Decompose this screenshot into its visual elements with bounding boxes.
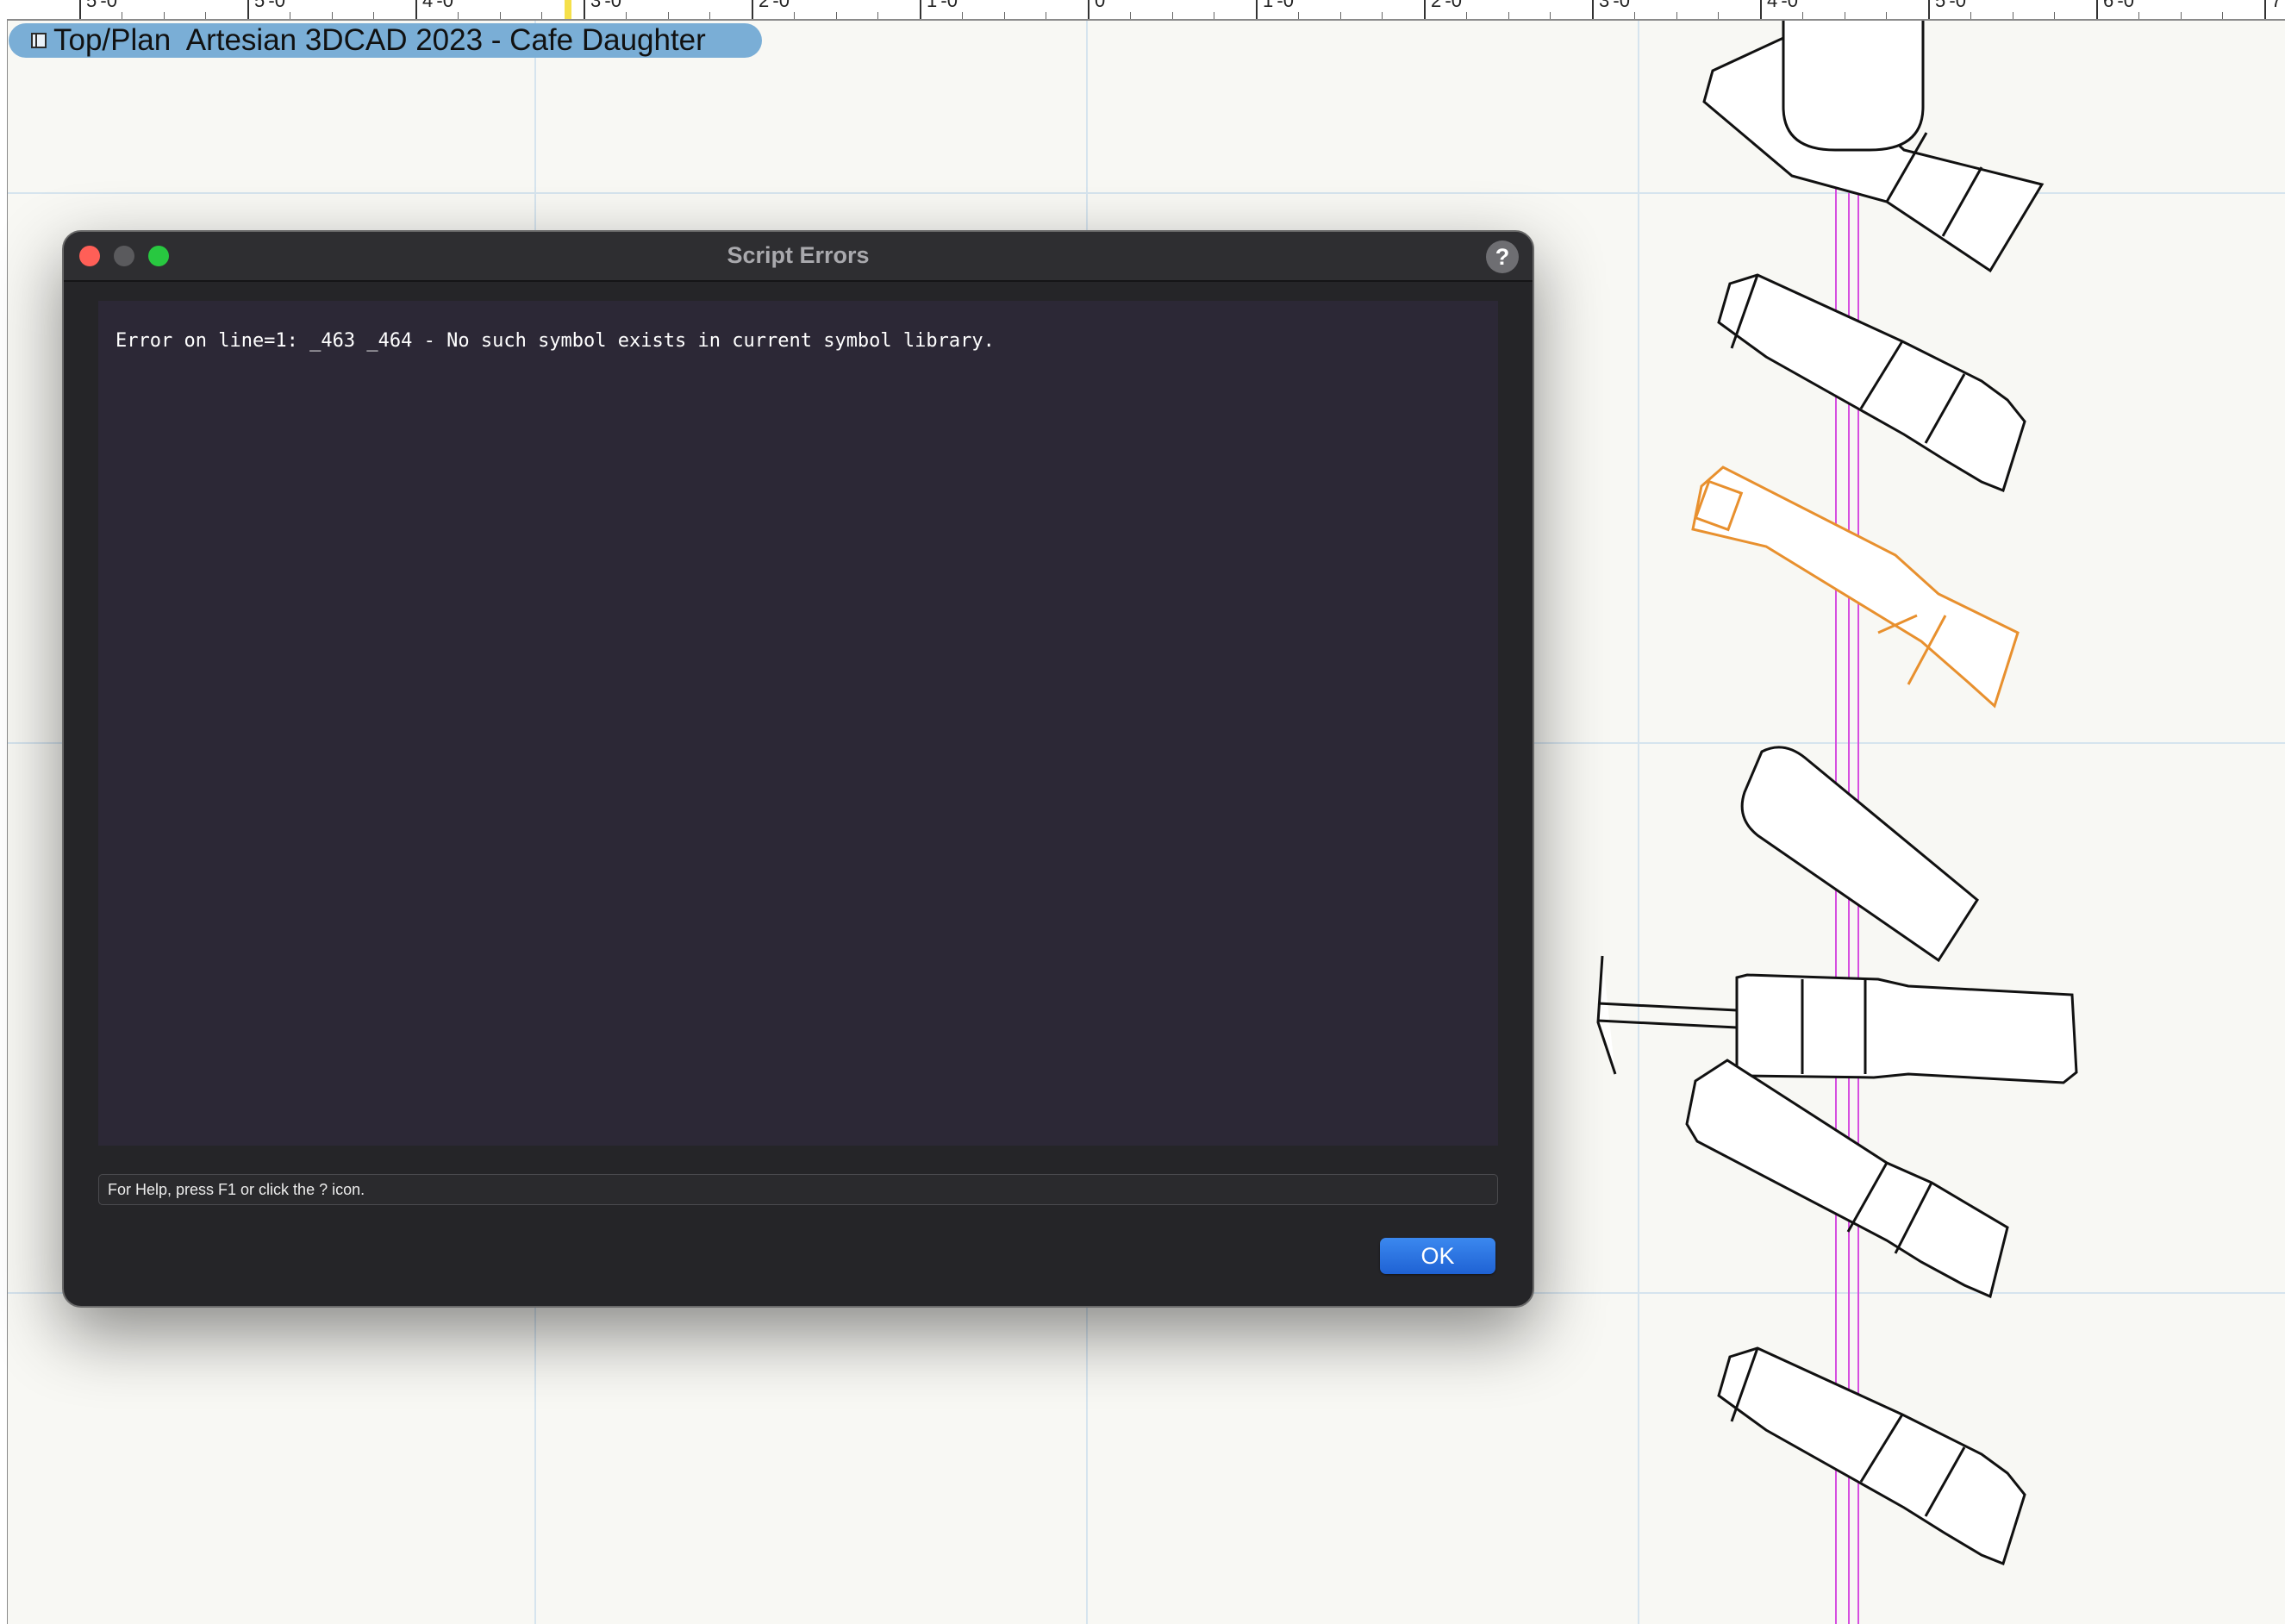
top-ruler[interactable]: 5'-0" 5'-0" 4'-0" 3'-0" 2'-0" 1'-0" 0 1'-0" 2'-0… bbox=[0, 0, 2285, 21]
ruler-minor-tick bbox=[1339, 12, 1341, 19]
ruler-minor-tick bbox=[1465, 12, 1467, 19]
ruler-minor-tick bbox=[1129, 12, 1131, 19]
ruler-minor-tick bbox=[1970, 12, 1971, 19]
ruler-label: 3'-0" bbox=[590, 0, 628, 11]
plan-object-1[interactable] bbox=[1702, 21, 2045, 273]
ruler-minor-tick bbox=[667, 12, 669, 19]
left-ruler[interactable] bbox=[0, 19, 8, 1624]
ruler-minor-tick bbox=[2222, 12, 2224, 19]
ruler-minor-tick bbox=[541, 12, 543, 19]
ruler-minor-tick bbox=[499, 12, 501, 19]
ruler-minor-tick bbox=[1718, 12, 1720, 19]
plan-object-5[interactable] bbox=[1596, 955, 2078, 1084]
dialog-title: Script Errors bbox=[727, 242, 870, 268]
ruler-minor-tick bbox=[625, 12, 627, 19]
view-bar[interactable]: Top/Plan Artesian 3DCAD 2023 - Cafe Daug… bbox=[9, 23, 762, 58]
plan-object-7[interactable] bbox=[1717, 1346, 2026, 1565]
ruler-major-tick bbox=[920, 0, 921, 19]
ruler-label: 5'-0" bbox=[254, 0, 292, 11]
ruler-label: 3'-0" bbox=[1599, 0, 1637, 11]
script-errors-dialog[interactable]: Script Errors ? Error on line=1: _463 _4… bbox=[62, 230, 1534, 1308]
ruler-minor-tick bbox=[1676, 12, 1677, 19]
error-message: Error on line=1: _463 _464 - No such sym… bbox=[115, 330, 995, 352]
window-icon[interactable] bbox=[31, 33, 47, 48]
help-hint-field: For Help, press F1 or click the ? icon. bbox=[98, 1174, 1498, 1205]
ruler-major-tick bbox=[1928, 0, 1930, 19]
ruler-major-tick bbox=[79, 0, 81, 19]
ruler-major-tick bbox=[1088, 0, 1089, 19]
ruler-label: 5'-0" bbox=[86, 0, 124, 11]
error-output-area[interactable]: Error on line=1: _463 _464 - No such sym… bbox=[98, 301, 1498, 1146]
ruler-major-tick bbox=[247, 0, 249, 19]
ruler-minor-tick bbox=[835, 12, 837, 19]
ruler-major-tick bbox=[415, 0, 417, 19]
ruler-minor-tick bbox=[1297, 12, 1299, 19]
ruler-minor-tick bbox=[373, 12, 375, 19]
ruler-minor-tick bbox=[1382, 12, 1383, 19]
ruler-major-tick bbox=[2264, 0, 2266, 19]
ruler-label: 1'-0" bbox=[1263, 0, 1301, 11]
ruler-major-tick bbox=[584, 0, 585, 19]
ruler-minor-tick bbox=[457, 12, 459, 19]
ruler-label: 5'-0" bbox=[1935, 0, 1973, 11]
ruler-label: 0 bbox=[1095, 0, 1106, 11]
plan-object-2[interactable] bbox=[1717, 273, 2026, 492]
ruler-minor-tick bbox=[2180, 12, 2182, 19]
ruler-label: 1'-0" bbox=[927, 0, 965, 11]
ruler-label: 4'-0" bbox=[422, 0, 460, 11]
ruler-label: 7' bbox=[2271, 0, 2285, 11]
ruler-minor-tick bbox=[1801, 12, 1803, 19]
ruler-minor-tick bbox=[877, 12, 879, 19]
ruler-major-tick bbox=[2096, 0, 2098, 19]
ruler-minor-tick bbox=[2054, 12, 2056, 19]
plan-object-3-selected[interactable] bbox=[1691, 465, 2020, 709]
ruler-minor-tick bbox=[205, 12, 207, 19]
ruler-label: 4'-0" bbox=[1767, 0, 1805, 11]
ruler-minor-tick bbox=[331, 12, 333, 19]
ruler-minor-tick bbox=[1886, 12, 1888, 19]
ok-button[interactable]: OK bbox=[1380, 1238, 1495, 1274]
ruler-minor-tick bbox=[1003, 12, 1005, 19]
ruler-cursor-marker bbox=[565, 0, 571, 19]
ruler-minor-tick bbox=[709, 12, 711, 19]
ruler-minor-tick bbox=[1171, 12, 1173, 19]
ruler-minor-tick bbox=[2138, 12, 2139, 19]
help-button[interactable]: ? bbox=[1486, 240, 1519, 273]
ruler-minor-tick bbox=[1633, 12, 1635, 19]
ruler-minor-tick bbox=[163, 12, 165, 19]
ruler-major-tick bbox=[752, 0, 753, 19]
view-bar-title: Top/Plan Artesian 3DCAD 2023 - Cafe Daug… bbox=[53, 23, 706, 57]
ruler-minor-tick bbox=[1508, 12, 1509, 19]
ruler-major-tick bbox=[1760, 0, 1762, 19]
dialog-titlebar[interactable]: Script Errors ? bbox=[64, 232, 1533, 282]
ruler-minor-tick bbox=[961, 12, 963, 19]
ruler-label: 6'-0" bbox=[2103, 0, 2141, 11]
ruler-label: 2'-0" bbox=[1431, 0, 1469, 11]
plan-object-4[interactable] bbox=[1740, 746, 1979, 963]
ruler-minor-tick bbox=[1550, 12, 1551, 19]
ruler-major-tick bbox=[1592, 0, 1594, 19]
help-hint-text: For Help, press F1 or click the ? icon. bbox=[108, 1181, 365, 1198]
ruler-label: 2'-0" bbox=[759, 0, 796, 11]
ruler-major-tick bbox=[1256, 0, 1258, 19]
plan-object-6[interactable] bbox=[1685, 1059, 2009, 1299]
ruler-minor-tick bbox=[793, 12, 795, 19]
ruler-major-tick bbox=[1424, 0, 1426, 19]
